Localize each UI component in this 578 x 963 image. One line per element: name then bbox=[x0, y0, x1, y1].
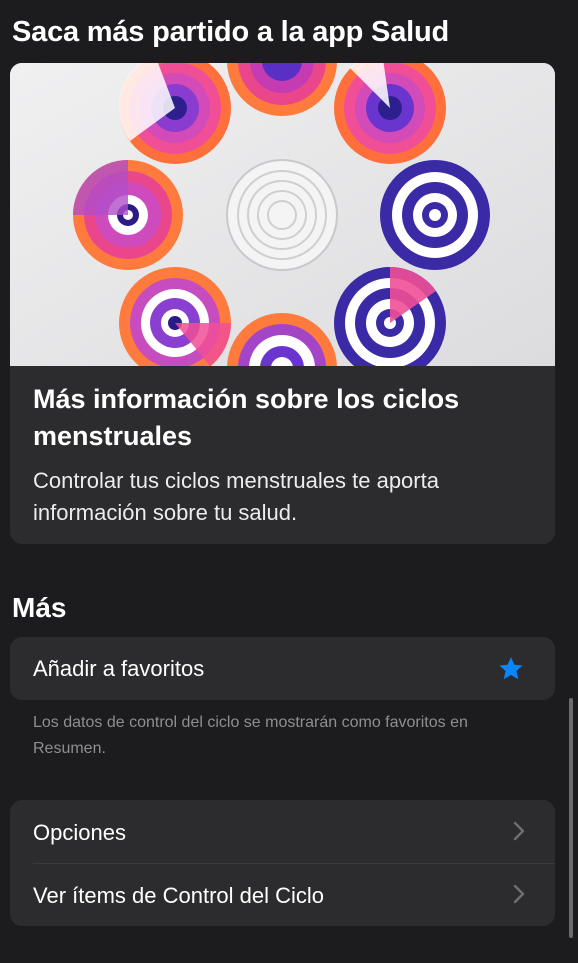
star-icon[interactable] bbox=[497, 655, 525, 683]
add-to-favorites-button[interactable]: Añadir a favoritos bbox=[10, 637, 555, 700]
scrollbar[interactable] bbox=[569, 698, 573, 938]
favorites-note: Los datos de control del ciclo se mostra… bbox=[33, 714, 468, 757]
section-title-more: Más bbox=[12, 592, 67, 623]
ring-right bbox=[380, 160, 490, 270]
chevron-right-icon bbox=[513, 821, 525, 841]
options-list: Opciones Ver ítems de Control del Ciclo bbox=[10, 800, 555, 926]
info-card-description: Controlar tus ciclos menstruales te apor… bbox=[33, 468, 439, 525]
add-to-favorites-label: Añadir a favoritos bbox=[33, 656, 205, 681]
section-title-more-from-health: Saca más partido a la app Salud bbox=[12, 16, 450, 48]
ring-left bbox=[73, 160, 183, 270]
menstrual-cycle-rings-illustration bbox=[10, 63, 555, 366]
cycle-tracking-items-label: Ver ítems de Control del Ciclo bbox=[33, 883, 325, 908]
info-card-title: Más información sobre los ciclos menstru… bbox=[33, 384, 460, 451]
options-row[interactable]: Opciones bbox=[10, 800, 555, 863]
cycle-tracking-items-row[interactable]: Ver ítems de Control del Ciclo bbox=[10, 863, 555, 926]
menstrual-cycles-info-card[interactable]: Más información sobre los ciclos menstru… bbox=[10, 63, 555, 544]
chevron-right-icon bbox=[513, 884, 525, 904]
options-label: Opciones bbox=[33, 820, 126, 845]
health-app-page: Saca más partido a la app Salud Más info… bbox=[0, 0, 578, 963]
center-ring bbox=[226, 159, 338, 271]
